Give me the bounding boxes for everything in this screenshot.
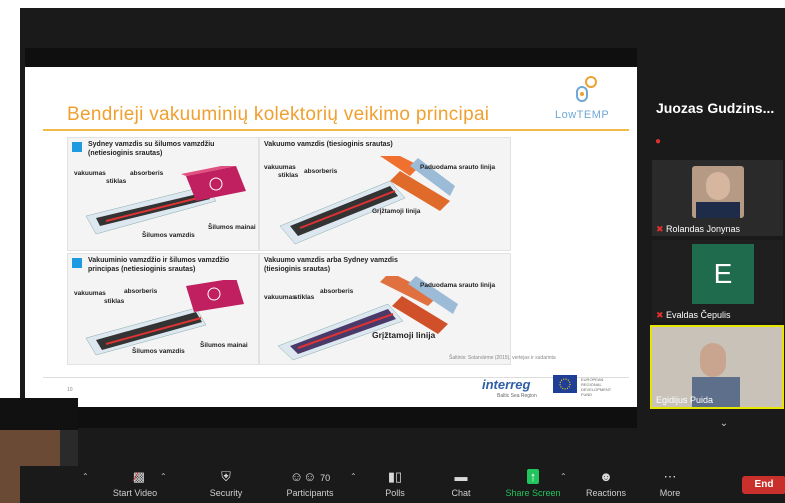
- self-view-top: [0, 398, 78, 430]
- diagram-panel-2: Vakuumo vamzdis (tiesioginis srautas) va…: [259, 137, 511, 251]
- panel-caption: Sydney vamzdis su šilumos vamzdžiu (neti…: [88, 141, 215, 157]
- active-speaker-name: Juozas Gudzins...: [656, 100, 775, 116]
- panel-marker: [72, 142, 82, 152]
- participant-name: Egidijus Puida: [656, 395, 714, 405]
- security-button[interactable]: ⛨ Security: [196, 466, 256, 498]
- chat-button[interactable]: ▬ Chat: [438, 466, 484, 498]
- diagram-panel-4: Vakuumo vamzdis arba Sydney vamzdis (tie…: [259, 253, 511, 365]
- lowtemp-logo-icon: [576, 76, 597, 102]
- interreg-subtitle: Baltic Sea Region: [497, 393, 537, 399]
- label-vakuumas: vakuumas: [264, 164, 296, 171]
- panel-marker: [72, 258, 82, 268]
- label-silumos-vamzdis: Šilumos vamzdis: [142, 232, 195, 239]
- slide-title: Bendrieji vakuuminių kolektorių veikimo …: [67, 104, 490, 125]
- panel-caption: Vakuumo vamzdis (tiesioginis srautas): [264, 141, 393, 148]
- participants-icon: ☺☺ 70: [289, 469, 331, 484]
- source-note: Šaltinis: Solarvärme (2015), vertėjas ir…: [449, 355, 556, 361]
- panel-caption: Vakuumo vamzdis arba Sydney vamzdis (tie…: [264, 257, 398, 273]
- label-silumos-mainai: Šilumos mainai: [208, 224, 256, 231]
- head-shape: [700, 343, 726, 377]
- more-button[interactable]: ⋯ More: [648, 466, 692, 498]
- eu-flag-icon: [553, 375, 577, 393]
- participant-tile-rolandas[interactable]: ✖ Rolandas Jonynas: [652, 160, 783, 236]
- slide-number: 10: [67, 387, 73, 393]
- label-grizt: Grįžtamoji linija: [372, 330, 436, 340]
- participant-video: [692, 166, 744, 218]
- label-silumos-mainai: Šilumos mainai: [200, 342, 248, 349]
- shield-icon: ⛨: [221, 469, 231, 484]
- logo-text: LowTEMP: [555, 109, 610, 121]
- share-caret-icon[interactable]: ⌃: [560, 472, 567, 481]
- collapse-panel-button[interactable]: ⌄: [700, 414, 748, 434]
- diagram-panel-3: Vakuuminio vamzdžio ir šilumos vamzdžio …: [67, 253, 259, 365]
- label-silumos-vamzdis: Šilumos vamzdis: [132, 348, 185, 355]
- reactions-icon: ☻: [599, 469, 613, 484]
- label-vakuumas: vakuumas: [74, 290, 106, 297]
- panel-caption: Vakuuminio vamzdžio ir šilumos vamzdžio …: [88, 257, 230, 273]
- label-absorberis: absorberis: [320, 288, 354, 295]
- mic-muted-icon: ●: [655, 136, 662, 147]
- label-stiklas: stiklas: [104, 298, 125, 305]
- label-paduodama: Paduodama srauto linija: [420, 282, 496, 289]
- more-icon: ⋯: [663, 469, 677, 484]
- participant-name: ✖ Rolandas Jonynas: [656, 224, 741, 234]
- mic-muted-icon: ✖: [656, 310, 664, 320]
- head-shape: [706, 172, 730, 200]
- label-vakuumas: vakuumas: [74, 170, 106, 177]
- share-screen-button[interactable]: ↑ Share Screen: [498, 466, 568, 498]
- polls-button[interactable]: ▮▯ Polls: [372, 466, 418, 498]
- label-stiklas: stiklas: [278, 172, 299, 179]
- label-paduodama: Paduodama srauto linija: [420, 164, 496, 171]
- participant-tile-evaldas[interactable]: E ✖ Evaldas Čepulis: [652, 240, 783, 322]
- participant-tile-egidijus[interactable]: Egidijus Puida: [650, 325, 784, 409]
- title-divider: [43, 129, 629, 131]
- audio-caret-icon[interactable]: ⌃: [82, 472, 89, 481]
- share-screen-icon: ↑: [498, 466, 568, 486]
- eu-fund-text: EUROPEAN REGIONAL DEVELOPMENT FUND: [581, 377, 612, 397]
- label-absorberis: absorberis: [124, 288, 158, 295]
- label-stiklas: stiklas: [106, 178, 127, 185]
- polls-icon: ▮▯: [387, 469, 403, 484]
- participants-caret-icon[interactable]: ⌃: [350, 472, 357, 481]
- reactions-button[interactable]: ☻ Reactions: [576, 466, 636, 498]
- label-grizt: Grįžtamoji linija: [372, 208, 421, 215]
- label-absorberis: absorberis: [130, 170, 164, 177]
- interreg-logo: interreg: [482, 377, 531, 392]
- chat-icon: ▬: [454, 469, 468, 484]
- footer-divider: [43, 377, 629, 378]
- meeting-toolbar: ⌃ ▩⁄ Start Video ⌃ ⛨ Security ☺☺ 70 Part…: [20, 466, 785, 503]
- label-absorberis: absorberis: [304, 168, 338, 175]
- end-meeting-button[interactable]: End: [742, 476, 785, 494]
- mic-muted-icon: ✖: [656, 224, 664, 234]
- presentation-slide: Bendrieji vakuuminių kolektorių veikimo …: [25, 67, 637, 407]
- label-stiklas: stiklas: [294, 294, 315, 301]
- start-video-button[interactable]: ▩⁄ Start Video: [100, 466, 170, 498]
- participants-button[interactable]: ☺☺ 70 Participants: [272, 466, 348, 498]
- participant-name: ✖ Evaldas Čepulis: [656, 310, 731, 320]
- avatar-initial: E: [692, 244, 754, 304]
- label-vakuumas: vakuumas: [264, 294, 296, 301]
- diagram-panel-1: Sydney vamzdis su šilumos vamzdžiu (neti…: [67, 137, 259, 251]
- shirt-shape: [696, 202, 740, 218]
- video-caret-icon[interactable]: ⌃: [160, 472, 167, 481]
